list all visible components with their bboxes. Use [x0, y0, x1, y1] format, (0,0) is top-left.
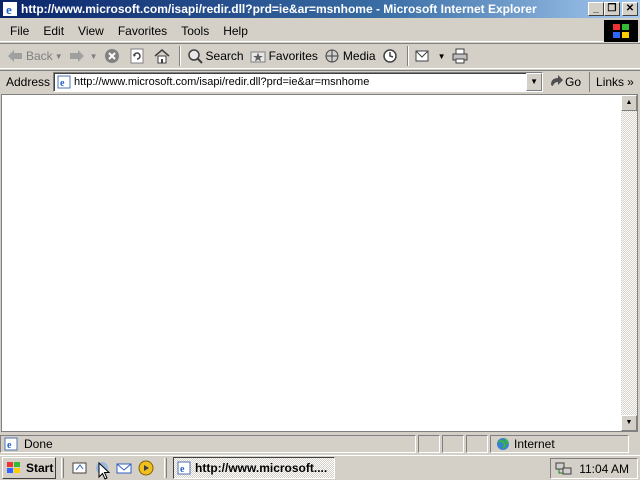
svg-text:e: e	[6, 2, 12, 17]
favorites-button[interactable]: Favorites	[247, 45, 321, 67]
status-pane	[418, 435, 440, 453]
clock[interactable]: 11:04 AM	[579, 462, 629, 476]
links-button[interactable]: Links »	[589, 71, 634, 92]
back-arrow-icon	[8, 50, 22, 62]
restore-button[interactable]: ❐	[604, 2, 620, 16]
back-label: Back	[26, 49, 53, 63]
toolbar-separator	[406, 46, 409, 66]
zone-label: Internet	[514, 437, 555, 451]
forward-dropdown-icon[interactable]: ▼	[90, 52, 98, 61]
forward-button[interactable]: ▼	[66, 45, 101, 67]
favorites-icon	[250, 51, 266, 63]
menu-bar: File Edit View Favorites Tools Help	[0, 20, 640, 42]
favorites-label: Favorites	[268, 49, 318, 63]
start-button[interactable]: Start	[2, 457, 56, 479]
address-bar: Address e ▼ Go Links »	[0, 70, 640, 92]
address-label: Address	[6, 74, 51, 89]
status-pane	[442, 435, 464, 453]
home-button[interactable]	[151, 45, 176, 67]
menu-favorites[interactable]: Favorites	[111, 22, 174, 40]
search-icon	[187, 49, 203, 64]
menu-view[interactable]: View	[71, 22, 111, 40]
scroll-up-icon[interactable]: ▲	[621, 95, 637, 111]
home-icon	[154, 49, 170, 64]
security-zone-pane: Internet	[490, 435, 629, 453]
page-content[interactable]: ▲ ▼	[1, 94, 638, 432]
outlook-express-icon[interactable]	[114, 458, 134, 478]
svg-text:e: e	[180, 464, 185, 475]
go-arrow-icon	[551, 74, 564, 86]
menu-edit[interactable]: Edit	[36, 22, 71, 40]
toolbar-separator	[178, 46, 181, 66]
mail-button[interactable]: ▼	[412, 45, 449, 67]
mail-icon	[415, 50, 429, 62]
page-status-icon: e	[4, 437, 18, 451]
taskbar: Start e e http://www.microsoft.... 11:04…	[0, 455, 640, 480]
globe-icon	[497, 438, 509, 450]
svg-text:e: e	[60, 78, 65, 89]
menu-file[interactable]: File	[3, 22, 36, 40]
refresh-button[interactable]	[126, 45, 151, 67]
go-button[interactable]: Go	[549, 74, 582, 89]
windows-throbber-icon	[604, 20, 638, 42]
media-label: Media	[342, 49, 376, 63]
history-button[interactable]	[379, 45, 404, 67]
task-label: http://www.microsoft....	[195, 461, 328, 475]
show-desktop-icon[interactable]	[70, 458, 90, 478]
forward-arrow-icon	[69, 50, 84, 62]
stop-icon	[104, 49, 119, 63]
svg-text:e: e	[7, 440, 12, 451]
vertical-scrollbar[interactable]: ▲ ▼	[621, 95, 637, 431]
window-title: http://www.microsoft.com/isapi/redir.dll…	[21, 2, 537, 16]
close-button[interactable]: ✕	[622, 2, 638, 16]
media-icon	[325, 49, 339, 63]
links-chevron-icon: »	[627, 74, 634, 89]
system-tray: 11:04 AM	[550, 458, 638, 479]
address-dropdown-icon[interactable]: ▼	[526, 72, 543, 91]
links-label: Links	[596, 74, 625, 89]
minimize-button[interactable]: _	[588, 2, 604, 16]
taskbar-ie-window-button[interactable]: e http://www.microsoft....	[173, 457, 335, 479]
menu-help[interactable]: Help	[216, 22, 255, 40]
history-icon	[382, 49, 397, 63]
ie-icon: e	[3, 2, 17, 17]
stop-button[interactable]	[101, 45, 126, 67]
search-label: Search	[205, 49, 244, 63]
go-label: Go	[565, 74, 582, 89]
media-player-icon[interactable]	[136, 458, 156, 478]
page-icon: e	[57, 75, 71, 89]
print-icon	[452, 48, 468, 64]
status-bar: e Done Internet	[0, 434, 640, 454]
mouse-cursor-icon	[98, 462, 110, 480]
scroll-down-icon[interactable]: ▼	[621, 415, 637, 431]
status-text: Done	[24, 437, 53, 451]
title-bar[interactable]: e http://www.microsoft.com/isapi/redir.d…	[0, 0, 640, 18]
search-button[interactable]: Search	[184, 45, 247, 67]
taskbar-grip[interactable]	[164, 458, 167, 478]
address-box[interactable]: e ▼	[53, 71, 544, 92]
status-main-pane: e Done	[0, 435, 416, 453]
address-input[interactable]	[74, 73, 527, 90]
ie-task-icon: e	[177, 461, 191, 475]
start-label: Start	[26, 461, 54, 475]
menu-tools[interactable]: Tools	[174, 22, 216, 40]
standard-toolbar: Back ▼ ▼ Search Favorites Media ▼	[0, 43, 640, 69]
back-button[interactable]: Back ▼	[4, 45, 66, 67]
media-button[interactable]: Media	[321, 45, 379, 67]
windows-logo-icon	[7, 462, 20, 473]
mail-dropdown-icon[interactable]: ▼	[438, 52, 446, 61]
print-button[interactable]	[449, 45, 474, 67]
refresh-icon	[130, 48, 144, 64]
back-dropdown-icon[interactable]: ▼	[55, 52, 63, 61]
status-pane	[466, 435, 488, 453]
taskbar-grip[interactable]	[61, 458, 64, 478]
network-icon[interactable]	[555, 461, 573, 477]
